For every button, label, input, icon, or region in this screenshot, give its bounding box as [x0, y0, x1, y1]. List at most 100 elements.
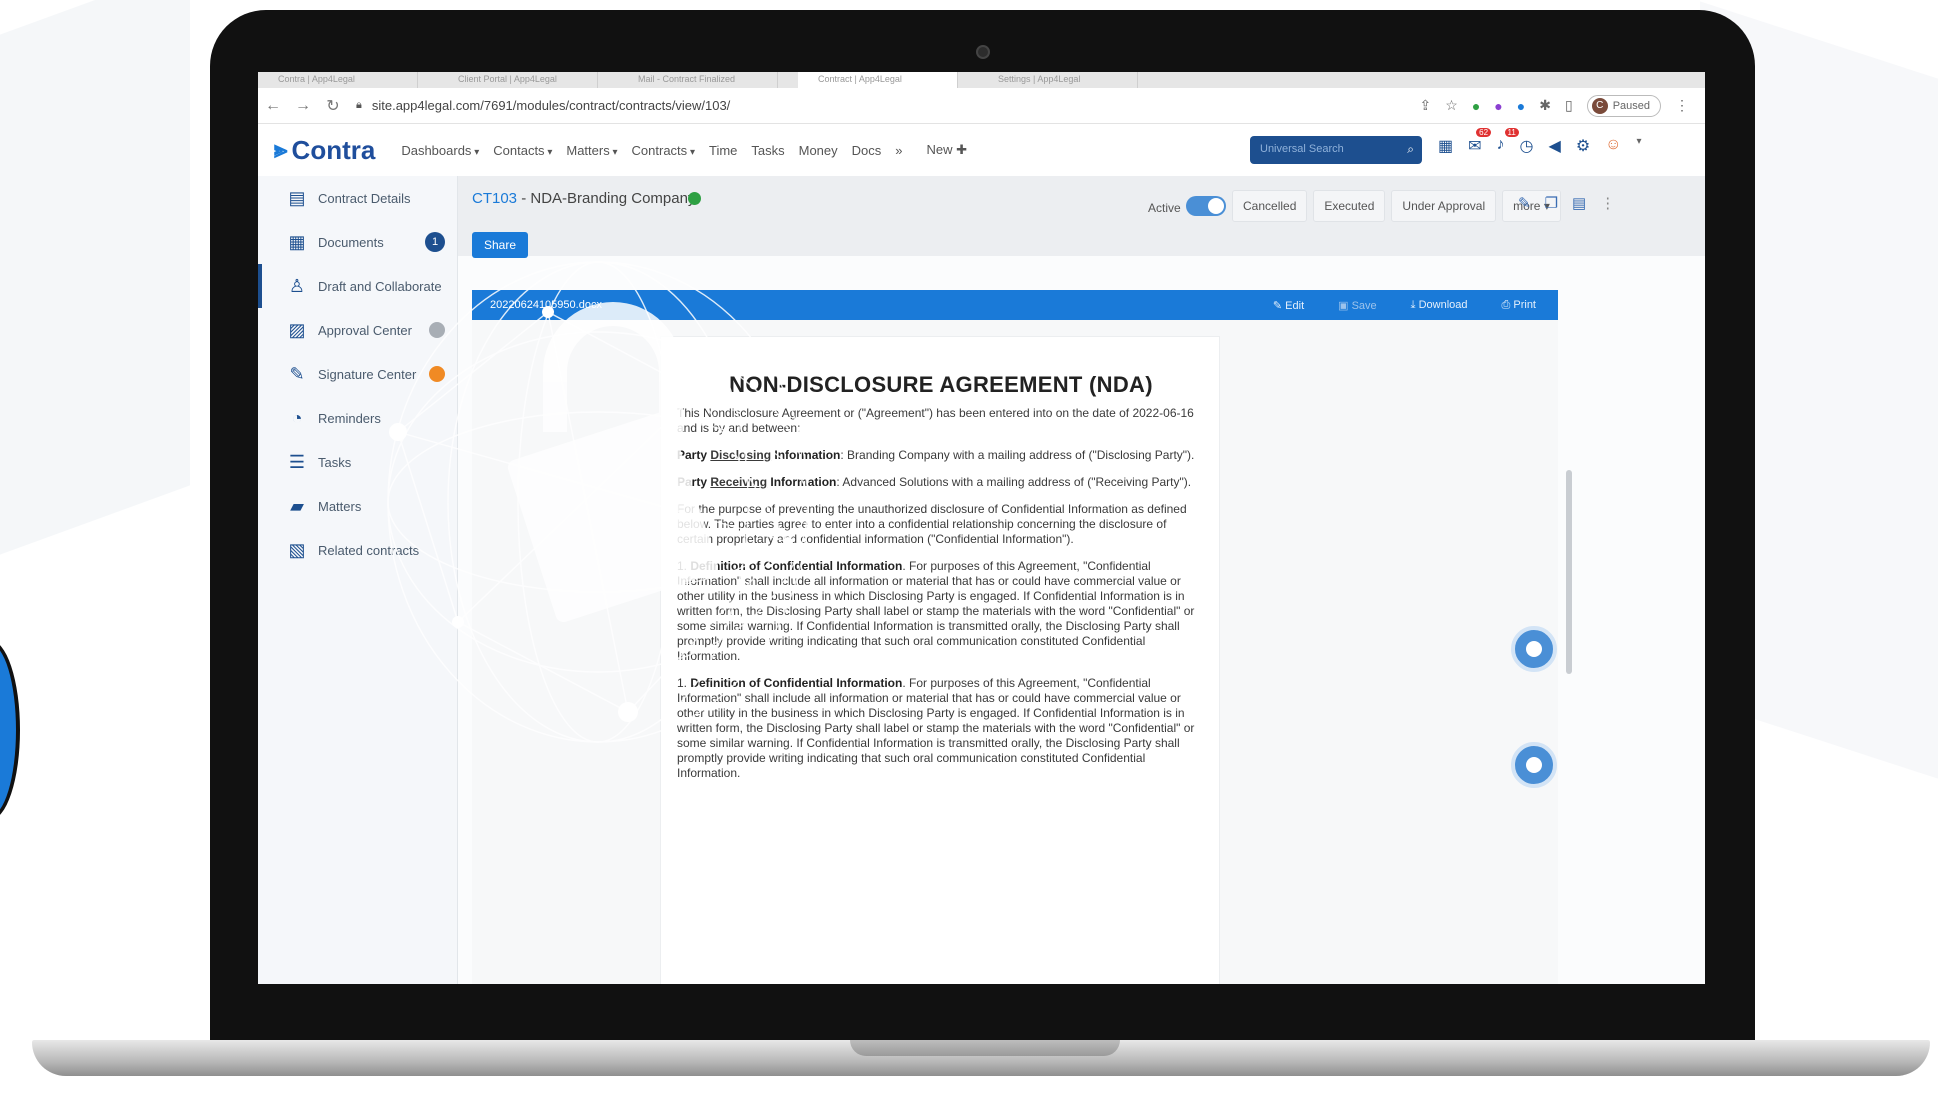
reload-icon[interactable]: ↻ [318, 96, 348, 116]
universal-search-input[interactable]: Universal Search ⌕ [1250, 136, 1422, 164]
extension-icon[interactable]: ● [1517, 98, 1525, 114]
signature-status-badge [429, 366, 445, 382]
download-button[interactable]: ⤓ Download [1411, 299, 1468, 312]
cancelled-button[interactable]: Cancelled [1232, 190, 1308, 222]
url-field[interactable]: site.app4legal.com/7691/modules/contract… [372, 98, 730, 113]
party-role: Receiving [710, 475, 768, 489]
menu-contracts[interactable]: Contracts [632, 143, 695, 158]
save-button[interactable]: ▣ Save [1338, 299, 1377, 312]
contract-details-icon: ▤ [288, 188, 306, 208]
browser-toolbar: ⇪ ☆ ● ● ● ✱ ▯ C Paused ⋮ [1420, 94, 1705, 117]
party-disclosing: Party Disclosing Information: Branding C… [677, 448, 1205, 463]
edit-button[interactable]: ✎ Edit [1273, 299, 1304, 312]
sidebar-item-reminders[interactable]: ◔ Reminders [258, 396, 457, 440]
menu-docs[interactable]: Docs [852, 143, 882, 158]
contract-code-link[interactable]: CT103 [472, 190, 517, 207]
approval-icon: ▨ [288, 320, 306, 340]
kebab-menu-icon[interactable]: ⋮ [1600, 194, 1615, 212]
profile-button[interactable]: C Paused [1586, 94, 1661, 117]
document-scrollbar[interactable] [1566, 470, 1572, 674]
back-icon[interactable]: ← [258, 97, 288, 115]
browser-tab[interactable]: Settings | App4Legal [978, 72, 1138, 88]
forward-icon[interactable]: → [288, 97, 318, 115]
status-indicator [688, 192, 701, 205]
browser-tab-active[interactable]: Contract | App4Legal [798, 72, 958, 88]
sidebar-item-documents[interactable]: ▦ Documents 1 [258, 220, 457, 264]
new-button[interactable]: New ✚ [927, 142, 968, 158]
party-receiving: Party Receiving Information: Advanced So… [677, 475, 1205, 490]
laptop-frame: Contra | App4Legal Client Portal | App4L… [32, 10, 1930, 1076]
document-filename: 20220624105950.docx [490, 299, 602, 311]
screen: Contra | App4Legal Client Portal | App4L… [258, 72, 1705, 984]
document-page[interactable]: NON-DISCLOSURE AGREEMENT (NDA) This Nond… [660, 336, 1220, 984]
document-toolbar: 20220624105950.docx ✎ Edit ▣ Save ⤓ Down… [472, 290, 1558, 320]
menu-time[interactable]: Time [709, 143, 737, 158]
chat-bubble-icon[interactable] [1511, 742, 1557, 788]
browser-tab[interactable]: Mail - Contract Finalized [618, 72, 778, 88]
calendar-icon[interactable]: ▦ [1438, 136, 1453, 156]
executed-button[interactable]: Executed [1313, 190, 1386, 222]
chat-bubble-icon[interactable] [1511, 626, 1557, 672]
app-logo[interactable]: ⫸ Contra [274, 135, 375, 166]
menu-matters[interactable]: Matters [566, 143, 617, 158]
sidebar-item-related-contracts[interactable]: ▧ Related contracts [258, 528, 457, 572]
megaphone-icon[interactable]: ◀ [1549, 136, 1561, 156]
document-intro: This Nondisclosure Agreement or ("Agreem… [677, 406, 1194, 435]
bookmark-star-icon[interactable]: ☆ [1445, 97, 1458, 114]
menu-money[interactable]: Money [799, 143, 838, 158]
extension-icon[interactable]: ● [1472, 98, 1480, 114]
search-icon[interactable]: ⌕ [1407, 142, 1414, 157]
documents-count-badge: 1 [425, 232, 445, 252]
notes-icon[interactable]: ▤ [1572, 194, 1586, 212]
sidebar-item-label: Contract Details [318, 190, 411, 206]
document-actions: ✎ Edit ▣ Save ⤓ Download ⎙ Print [1273, 299, 1558, 312]
sidebar-item-tasks[interactable]: ☰ Tasks [258, 440, 457, 484]
menu-more-icon[interactable]: » [895, 143, 902, 158]
copy-icon[interactable]: ❐ [1545, 194, 1558, 212]
active-toggle[interactable] [1186, 196, 1226, 216]
menu-contacts[interactable]: Contacts [493, 143, 552, 158]
sidebar-item-matters[interactable]: ▰ Matters [258, 484, 457, 528]
print-button[interactable]: ⎙ Print [1502, 299, 1536, 312]
sidebar-item-draft-collaborate[interactable]: ♙ Draft and Collaborate [258, 264, 457, 308]
party-role: Disclosing [710, 448, 772, 462]
clause-number: 1. [677, 676, 691, 690]
address-bar: ← → ↻ 🔒︎ site.app4legal.com/7691/modules… [258, 88, 1705, 124]
gear-icon[interactable]: ⚙ [1576, 136, 1590, 156]
user-avatar-icon[interactable]: ☺ [1605, 136, 1621, 156]
under-approval-button[interactable]: Under Approval [1391, 190, 1497, 222]
edit-pencil-icon[interactable]: ✎ [1518, 194, 1531, 212]
share-button[interactable]: Share [472, 232, 529, 258]
chat-icon[interactable]: ✉ 62 [1468, 128, 1492, 156]
sidebar-item-signature-center[interactable]: ✎ Signature Center [258, 352, 457, 396]
active-label: Active [1148, 201, 1181, 215]
chevron-down-icon[interactable]: ▾ [1637, 136, 1642, 156]
sidebar-item-approval-center[interactable]: ▨ Approval Center [258, 308, 457, 352]
bell-icon[interactable]: ♪ 11 [1497, 128, 1519, 156]
clause-1: 1. Definition of Confidential Informatio… [677, 559, 1205, 664]
menu-tasks[interactable]: Tasks [751, 143, 784, 158]
sidepanel-icon[interactable]: ▯ [1565, 97, 1573, 114]
clause-text: . For purposes of this Agreement, "Confi… [677, 559, 1195, 663]
party-text: : Branding Company with a mailing addres… [840, 448, 1195, 462]
browser-tab[interactable]: Contra | App4Legal [258, 72, 418, 88]
lock-icon: 🔒︎ [356, 99, 362, 111]
share-icon[interactable]: ⇪ [1420, 97, 1432, 114]
browser-tab[interactable]: Client Portal | App4Legal [438, 72, 598, 88]
profile-status: Paused [1612, 99, 1650, 112]
sidebar-item-contract-details[interactable]: ▤ Contract Details [258, 176, 457, 220]
reminder-icon: ◔ [291, 408, 303, 428]
puzzle-icon[interactable]: ✱ [1539, 97, 1551, 114]
background-panel [0, 0, 190, 555]
sidebar-item-label: Tasks [318, 454, 352, 470]
browser-menu-icon[interactable]: ⋮ [1675, 97, 1689, 114]
contract-name: - NDA-Branding Company [517, 190, 696, 207]
clock-icon[interactable]: ◷ [1520, 136, 1534, 156]
sidebar-item-label: Reminders [318, 410, 381, 426]
menu-dashboards[interactable]: Dashboards [401, 143, 479, 158]
avatar: C [1591, 97, 1608, 114]
party-text: : Advanced Solutions with a mailing addr… [836, 475, 1192, 489]
sidebar-item-label: Signature Center [318, 366, 417, 382]
extension-icon[interactable]: ● [1494, 98, 1502, 114]
document-heading: NON-DISCLOSURE AGREEMENT (NDA) [729, 372, 1153, 397]
